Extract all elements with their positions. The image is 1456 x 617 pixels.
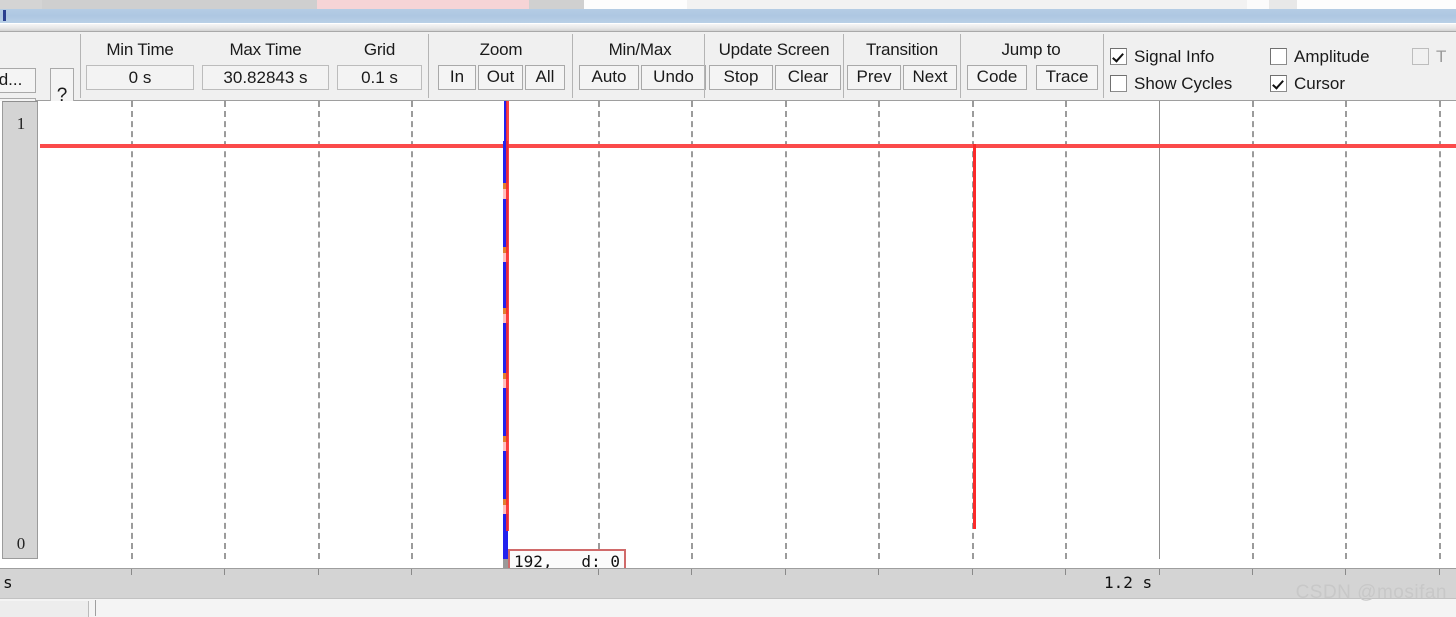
- toolbar-separator: [843, 34, 844, 98]
- min-time-group: Min Time 0 s: [82, 32, 198, 100]
- checkbox-cursor-label: Cursor: [1294, 74, 1346, 93]
- zoom-all-button[interactable]: All: [525, 65, 565, 90]
- checkbox-icon: [1110, 75, 1127, 92]
- min-max-group: Min/Max Auto Undo: [576, 32, 706, 100]
- zoom-out-button[interactable]: Out: [478, 65, 523, 90]
- checkbox-icon: [1110, 48, 1127, 65]
- toolbar-separator: [428, 34, 429, 98]
- gridline: [1252, 101, 1254, 559]
- bg-segment: [687, 0, 1247, 9]
- max-time-label: Max Time: [229, 40, 302, 59]
- minmax-auto-button[interactable]: Auto: [579, 65, 639, 90]
- gridline: [1345, 101, 1347, 559]
- update-clear-button[interactable]: Clear: [775, 65, 841, 90]
- zoom-label: Zoom: [479, 40, 523, 59]
- status-bar: [0, 598, 1456, 617]
- checkbox-truncated-label: T: [1436, 47, 1447, 66]
- gridline: [1439, 101, 1441, 559]
- toolbar-separator: [704, 34, 705, 98]
- jump-to-group: Jump to Code Trace: [962, 32, 1100, 100]
- gridline: [318, 101, 320, 559]
- bg-segment: [42, 0, 317, 9]
- update-screen-group: Update Screen Stop Clear: [706, 32, 842, 100]
- checkbox-icon: [1412, 48, 1429, 65]
- y-axis-bottom-label: 0: [16, 534, 26, 553]
- bg-segment: [529, 0, 584, 9]
- waveform-canvas[interactable]: [40, 101, 1456, 568]
- transition-label: Transition: [865, 40, 938, 59]
- checkbox-signal-info-label: Signal Info: [1134, 47, 1215, 66]
- checkbox-cursor[interactable]: Cursor: [1270, 73, 1345, 95]
- bg-segment-highlight: [317, 0, 529, 9]
- update-stop-button[interactable]: Stop: [709, 65, 773, 90]
- y-axis-panel: 1 0: [2, 101, 38, 559]
- grid-label: Grid: [363, 40, 396, 59]
- grid-field[interactable]: 0.1 s: [337, 65, 422, 90]
- min-time-label: Min Time: [106, 40, 174, 59]
- toolbar: d... ve... ? Min Time 0 s Max Time 30.82…: [0, 32, 1456, 123]
- checkbox-amplitude-label: Amplitude: [1294, 47, 1370, 66]
- zoom-in-button[interactable]: In: [438, 65, 476, 90]
- transition-group: Transition Prev Next: [845, 32, 959, 100]
- time-unit-label: s: [3, 573, 13, 592]
- status-divider: [95, 600, 96, 616]
- toolbar-separator: [572, 34, 573, 98]
- status-pane: [0, 601, 89, 617]
- time-tick-label: 1.2 s: [1104, 573, 1153, 592]
- checkbox-icon: [1270, 75, 1287, 92]
- gridline: [691, 101, 693, 559]
- trace-marker-primary: [506, 101, 509, 531]
- bg-segment: [1247, 0, 1269, 9]
- jump-trace-button[interactable]: Trace: [1036, 65, 1098, 90]
- checkbox-amplitude[interactable]: Amplitude: [1270, 46, 1370, 68]
- gridline: [598, 101, 600, 559]
- min-max-label: Min/Max: [608, 40, 672, 59]
- checkbox-truncated[interactable]: T: [1412, 46, 1446, 68]
- transition-prev-button[interactable]: Prev: [847, 65, 901, 90]
- bg-segment: [584, 0, 687, 9]
- jump-to-label: Jump to: [1001, 40, 1061, 59]
- bg-segment: [1297, 0, 1456, 9]
- waveform-viewer-window: d... ve... ? Min Time 0 s Max Time 30.82…: [0, 0, 1456, 617]
- trace-marker-secondary: [973, 144, 976, 529]
- gridline: [411, 101, 413, 559]
- gridline: [785, 101, 787, 559]
- gridline: [224, 101, 226, 559]
- update-screen-label: Update Screen: [718, 40, 830, 59]
- time-axis-strip: s 1.2 s: [0, 568, 1456, 599]
- jump-code-button[interactable]: Code: [967, 65, 1027, 90]
- signal-level-line: [40, 144, 1456, 148]
- max-time-field[interactable]: 30.82843 s: [202, 65, 329, 90]
- grid-group: Grid 0.1 s: [333, 32, 426, 100]
- gridline: [131, 101, 133, 559]
- background-window-strip: [0, 0, 1456, 9]
- title-bar-caret-icon: [3, 10, 6, 21]
- gridline: [878, 101, 880, 559]
- zoom-group: Zoom In Out All: [432, 32, 570, 100]
- split-marker-line: [1159, 101, 1160, 559]
- window-title-bar[interactable]: [0, 9, 1456, 24]
- checkbox-signal-info[interactable]: Signal Info: [1110, 46, 1214, 68]
- bg-segment: [0, 0, 42, 9]
- y-axis-top-label: 1: [16, 114, 26, 133]
- checkbox-icon: [1270, 48, 1287, 65]
- toolbar-separator: [1103, 34, 1104, 98]
- minmax-undo-button[interactable]: Undo: [641, 65, 706, 90]
- toolbar-separator: [80, 34, 81, 98]
- bg-segment: [1269, 0, 1297, 9]
- checkbox-show-cycles-label: Show Cycles: [1134, 74, 1233, 93]
- load-button[interactable]: d...: [0, 68, 36, 93]
- watermark: CSDN @mosifan: [1295, 582, 1447, 603]
- title-bar-separator: [0, 24, 1456, 32]
- min-time-field[interactable]: 0 s: [86, 65, 194, 90]
- transition-next-button[interactable]: Next: [903, 65, 957, 90]
- max-time-group: Max Time 30.82843 s: [198, 32, 333, 100]
- gridline: [1065, 101, 1067, 559]
- waveform-plot-area[interactable]: 1 0: [0, 101, 1456, 568]
- toolbar-separator: [960, 34, 961, 98]
- checkbox-show-cycles[interactable]: Show Cycles: [1110, 73, 1232, 95]
